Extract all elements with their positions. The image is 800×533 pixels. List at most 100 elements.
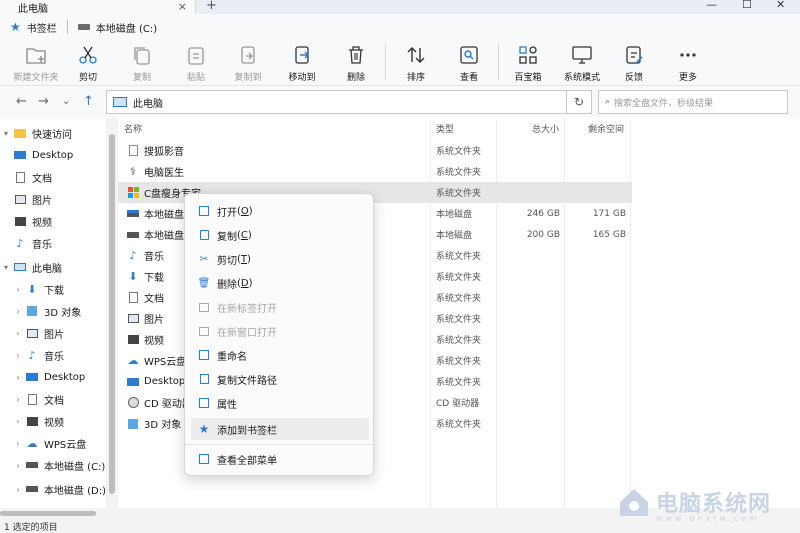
sidebar-scrollbar[interactable]: [106, 118, 118, 519]
chevron-right-icon[interactable]: ›: [12, 351, 24, 360]
menu-item-delete[interactable]: 🗑 删除(D): [191, 272, 369, 294]
copy-button[interactable]: 复制: [116, 40, 168, 86]
sidebar-item-drive-c[interactable]: › 本地磁盘 (C:): [0, 454, 106, 476]
more-button[interactable]: 更多: [662, 40, 714, 86]
copy-to-button[interactable]: 复制到: [222, 40, 274, 86]
table-row[interactable]: 搜狐影音 系统文件夹: [118, 140, 632, 161]
sidebar-item-this-pc[interactable]: ▾ 此电脑: [0, 256, 106, 278]
menu-item-show-all[interactable]: 查看全部菜单: [191, 448, 369, 470]
bookmark-drive-c[interactable]: 本地磁盘 (C:): [96, 20, 157, 35]
chevron-down-icon[interactable]: ▾: [0, 129, 12, 138]
menu-item-rename[interactable]: 重命名: [191, 344, 369, 366]
rename-icon: [191, 350, 217, 360]
new-folder-button[interactable]: 新建文件夹: [10, 40, 62, 86]
up-arrow-icon[interactable]: ↑: [83, 94, 94, 109]
chevron-down-icon[interactable]: ▾: [0, 263, 12, 272]
sidebar-item-downloads[interactable]: › ⬇ 下载: [0, 278, 106, 300]
delete-button[interactable]: 删除: [330, 40, 382, 86]
new-tab-icon[interactable]: +: [206, 0, 217, 13]
feedback-icon: [626, 46, 643, 64]
delete-label: 删除: [346, 73, 365, 83]
minimize-icon[interactable]: —: [706, 0, 717, 11]
sidebar-item-label: Desktop: [32, 149, 74, 161]
divider: [66, 20, 68, 34]
open-icon: [191, 206, 217, 216]
move-to-button[interactable]: 移动到: [276, 40, 328, 86]
history-chevron-icon[interactable]: ⌄: [62, 96, 70, 107]
sidebar-item-label: 音乐: [32, 239, 52, 251]
window-close-icon[interactable]: ✕: [776, 0, 785, 11]
cut-button[interactable]: 剪切: [62, 40, 114, 86]
copy-label: 复制: [132, 73, 151, 83]
sidebar-item-pictures[interactable]: 图片: [0, 188, 106, 210]
sort-button[interactable]: 排序: [390, 40, 442, 86]
sidebar-item-drive-d[interactable]: › 本地磁盘 (D:): [0, 478, 106, 500]
bookmark-bar-label[interactable]: 书签栏: [27, 20, 57, 35]
feedback-button[interactable]: 反馈: [608, 40, 660, 86]
menu-shortcut: D: [240, 277, 249, 289]
view-button[interactable]: 查看: [443, 40, 495, 86]
scrollbar-thumb[interactable]: [109, 134, 115, 494]
maximize-icon[interactable]: ☐: [742, 0, 752, 11]
sidebar-item-videos[interactable]: 视频: [0, 210, 106, 232]
menu-item-add-bookmark[interactable]: ★ 添加到书签栏: [191, 418, 369, 440]
chevron-right-icon[interactable]: ›: [12, 395, 24, 404]
menu-item-copy-path[interactable]: 复制文件路径: [191, 368, 369, 390]
chevron-right-icon[interactable]: ›: [12, 485, 24, 494]
scrollbar-thumb[interactable]: [0, 511, 96, 516]
back-arrow-icon[interactable]: ←: [16, 94, 27, 109]
forward-arrow-icon[interactable]: →: [38, 94, 49, 109]
chevron-right-icon[interactable]: ›: [12, 417, 24, 426]
chevron-right-icon[interactable]: ›: [12, 285, 24, 294]
sidebar-item-music-pc[interactable]: › ♪ 音乐: [0, 344, 106, 366]
sidebar-item-videos-pc[interactable]: › 视频: [0, 410, 106, 432]
sidebar-item-music[interactable]: ♪ 音乐: [0, 232, 106, 254]
sidebar-item-pictures-pc[interactable]: › 图片: [0, 322, 106, 344]
watermark: 电脑系统网 www.dnxtw.com: [616, 484, 771, 523]
menu-item-open-new-window[interactable]: 在新窗口打开: [191, 320, 369, 342]
chevron-right-icon[interactable]: ›: [12, 373, 24, 382]
chevron-right-icon[interactable]: ›: [12, 461, 24, 470]
table-row[interactable]: ⚕ 电脑医生 系统文件夹: [118, 161, 632, 182]
sort-label: 排序: [406, 73, 425, 83]
sidebar-item-wps-cloud[interactable]: › ☁ WPS云盘: [0, 432, 106, 454]
paste-button[interactable]: 粘贴: [170, 40, 222, 86]
paste-label: 粘贴: [186, 73, 205, 83]
search-input[interactable]: ⌕ 搜索全盘文件，秒级结果: [598, 90, 788, 114]
chevron-right-icon[interactable]: ›: [12, 329, 24, 338]
column-header-total[interactable]: 总大小: [532, 122, 559, 135]
menu-item-copy[interactable]: 复制(C): [191, 224, 369, 246]
sidebar-item-desktop[interactable]: Desktop: [0, 144, 106, 166]
move-to-icon: [295, 46, 309, 64]
menu-item-open-new-tab[interactable]: 在新标签打开: [191, 296, 369, 318]
sidebar-item-documents-pc[interactable]: › 文档: [0, 388, 106, 410]
navigation-bar: ← → ⌄ ↑ 此电脑 ↻ ⌕ 搜索全盘文件，秒级结果: [0, 86, 800, 118]
toolbar: 新建文件夹 剪切 复制 粘贴 复制到 移动到 删除 排序 查看 百宝箱 系统模式: [0, 40, 800, 86]
tab-close-icon[interactable]: ×: [178, 0, 187, 13]
menu-item-properties[interactable]: 属性: [191, 392, 369, 414]
menu-item-cut[interactable]: ✂ 剪切(T): [191, 248, 369, 270]
chevron-right-icon[interactable]: ›: [12, 307, 24, 316]
sidebar-item-label: 文档: [32, 173, 52, 185]
window-tab[interactable]: 此电脑 ×: [0, 0, 196, 15]
address-bar[interactable]: 此电脑: [106, 90, 592, 114]
sidebar-item-label: 下载: [44, 285, 64, 297]
column-header-free[interactable]: 剩余空间: [588, 122, 624, 135]
sidebar-item-label: 本地磁盘 (D:): [43, 485, 106, 497]
refresh-icon: ↻: [573, 95, 585, 109]
sidebar-item-documents[interactable]: 文档: [0, 166, 106, 188]
column-header-type[interactable]: 类型: [436, 122, 454, 135]
sidebar-item-quick-access[interactable]: ▾ 快速访问: [0, 122, 106, 144]
system-mode-button[interactable]: 系统模式: [556, 40, 608, 86]
house-logo-icon: [620, 489, 648, 516]
toolbox-button[interactable]: 百宝箱: [502, 40, 554, 86]
sidebar-item-3d-objects[interactable]: › 3D 对象: [0, 300, 106, 322]
refresh-button[interactable]: ↻: [566, 90, 592, 114]
sidebar-item-desktop-pc[interactable]: › Desktop: [0, 366, 106, 388]
title-bar: 此电脑 × + — ☐ ✕: [0, 0, 800, 15]
more-label: 更多: [678, 73, 697, 83]
column-header-name[interactable]: 名称: [124, 122, 142, 135]
chevron-right-icon[interactable]: ›: [12, 439, 24, 448]
sidebar: ▾ 快速访问 Desktop 文档 图片 视频 ♪ 音乐 ▾ 此电脑 › ⬇ 下载 › 3D…: [0, 118, 118, 519]
menu-item-open[interactable]: 打开(O): [191, 200, 369, 222]
